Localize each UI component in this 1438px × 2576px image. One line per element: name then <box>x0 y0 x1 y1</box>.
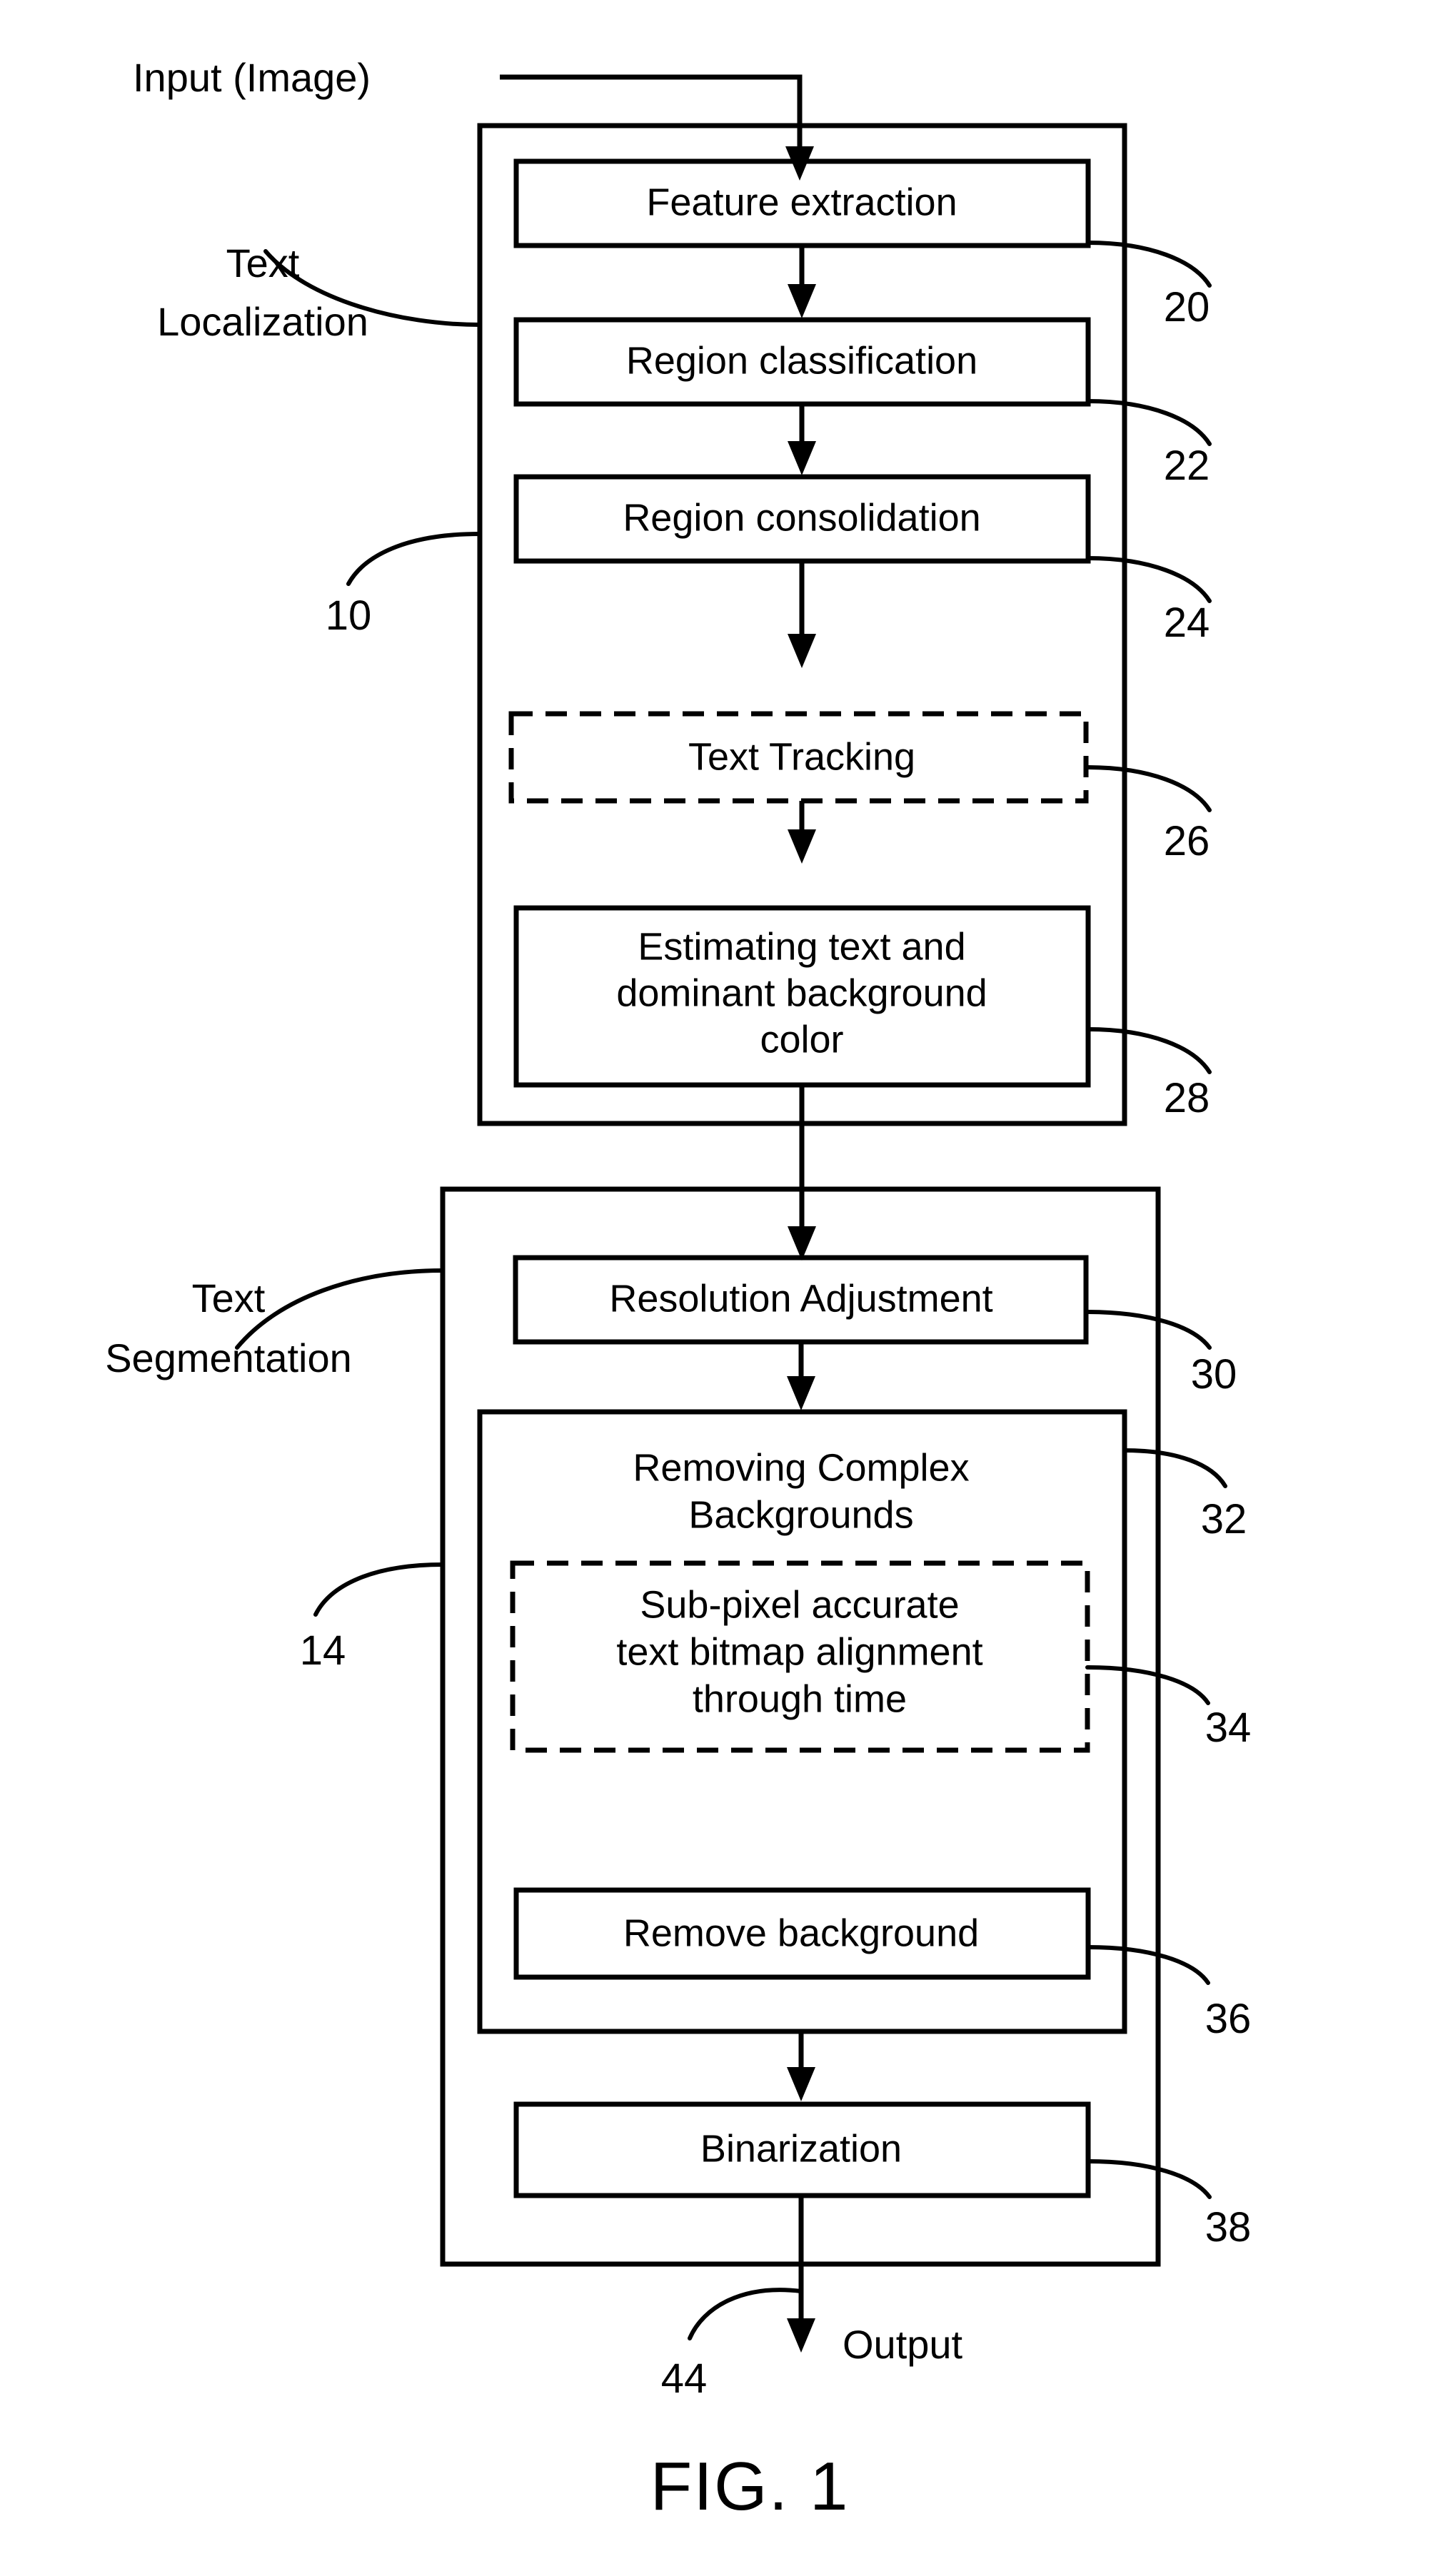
flow-diagram-canvas: Feature extraction 20 Region classificat… <box>105 55 1252 2525</box>
arrow-removing-to-binarization <box>787 2067 815 2101</box>
label-output: Output <box>843 2322 963 2367</box>
label-estimating-color-line2: dominant background <box>616 971 987 1014</box>
leader-line-44 <box>688 2288 803 2340</box>
leader-line-30 <box>1084 1310 1212 1350</box>
arrow-consolidation-to-tracking <box>788 634 816 668</box>
output-arrow-head <box>787 2318 815 2353</box>
ref-numeral-24: 24 <box>1164 600 1210 646</box>
ref-numeral-34: 34 <box>1205 1704 1252 1751</box>
leader-line-24 <box>1086 556 1212 603</box>
label-text-tracking: Text Tracking <box>688 735 915 778</box>
leader-line-10 <box>346 532 482 586</box>
ref-numeral-26: 26 <box>1164 818 1210 864</box>
label-subpixel-alignment-line1: Sub-pixel accurate <box>640 1583 959 1626</box>
ref-numeral-14: 14 <box>300 1627 346 1674</box>
arrow-resolution-to-removing <box>787 1376 815 1410</box>
label-removing-complex-backgrounds-line2: Backgrounds <box>688 1493 913 1536</box>
ref-numeral-38: 38 <box>1205 2204 1252 2251</box>
label-text-localization-line1: Text <box>226 241 300 286</box>
arrow-classification-to-consolidation <box>788 441 816 475</box>
label-feature-extraction: Feature extraction <box>646 181 957 223</box>
label-region-consolidation: Region consolidation <box>623 496 980 539</box>
leader-line-32 <box>1122 1448 1227 1488</box>
ref-numeral-30: 30 <box>1191 1351 1237 1398</box>
ref-numeral-36: 36 <box>1205 1996 1252 2042</box>
input-connector-line <box>500 74 803 153</box>
label-estimating-color-line3: color <box>760 1018 843 1061</box>
patent-figure: Feature extraction 20 Region classificat… <box>0 0 1438 2576</box>
label-text-localization-line2: Localization <box>157 299 368 344</box>
leader-line-14 <box>313 1562 445 1617</box>
leader-line-36 <box>1086 1945 1210 1985</box>
figure-caption: FIG. 1 <box>650 2448 850 2525</box>
ref-numeral-32: 32 <box>1201 1496 1247 1542</box>
label-resolution-adjustment: Resolution Adjustment <box>609 1277 992 1320</box>
leader-line-28 <box>1086 1027 1212 1074</box>
leader-line-20 <box>1086 241 1212 288</box>
leader-line-26 <box>1085 765 1212 812</box>
label-text-segmentation-line2: Segmentation <box>105 1335 352 1380</box>
leader-line-22 <box>1086 399 1212 446</box>
ref-numeral-10: 10 <box>326 592 372 639</box>
label-text-segmentation-line1: Text <box>192 1276 266 1320</box>
label-remove-background: Remove background <box>623 1911 979 1954</box>
label-region-classification: Region classification <box>626 339 977 382</box>
leader-line-38 <box>1086 2159 1212 2199</box>
ref-numeral-22: 22 <box>1164 443 1210 489</box>
ref-numeral-28: 28 <box>1164 1075 1210 1121</box>
leader-line-34 <box>1085 1665 1210 1705</box>
label-estimating-color-line1: Estimating text and <box>638 925 965 968</box>
ref-numeral-20: 20 <box>1164 284 1210 330</box>
label-subpixel-alignment-line3: through time <box>693 1677 907 1720</box>
arrow-feature-to-classification <box>788 284 816 318</box>
label-subpixel-alignment-line2: text bitmap alignment <box>616 1630 982 1673</box>
arrow-tracking-to-estimating <box>788 829 816 864</box>
label-binarization: Binarization <box>700 2127 902 2170</box>
label-removing-complex-backgrounds-line1: Removing Complex <box>633 1446 969 1489</box>
label-input: Input (Image) <box>133 55 371 100</box>
ref-numeral-44: 44 <box>661 2355 708 2402</box>
